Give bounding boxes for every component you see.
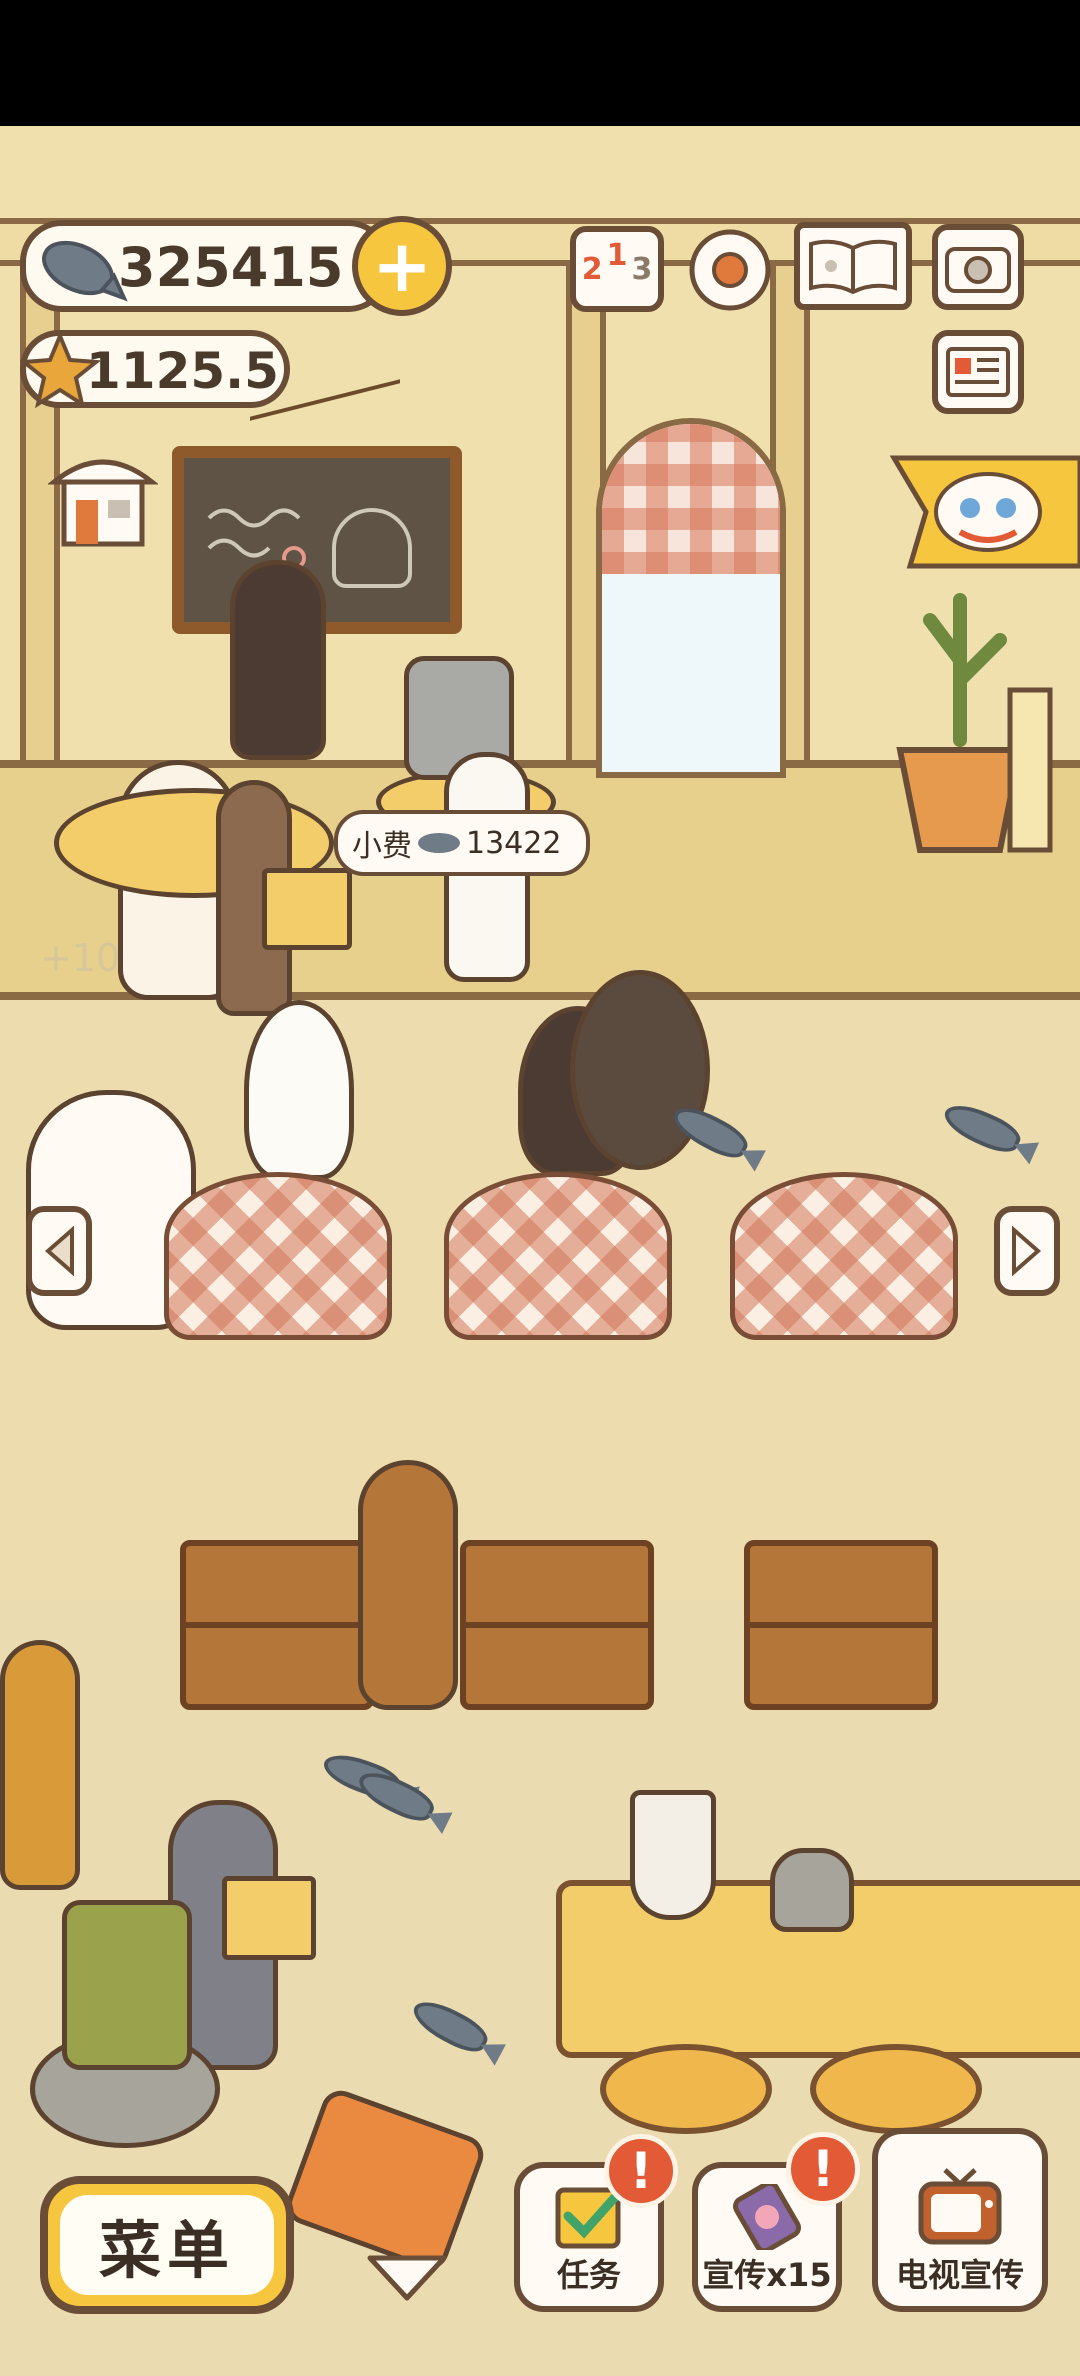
lion-dance-event-banner[interactable] — [889, 452, 1080, 572]
tip-bubble[interactable]: 小费 13422 — [334, 810, 590, 876]
fish-icon — [42, 240, 128, 302]
chevron-down-icon — [367, 2255, 447, 2301]
dining-table-1[interactable] — [164, 1172, 392, 1340]
checkered-curtain — [602, 424, 780, 574]
arrow-right-icon — [1012, 1226, 1042, 1276]
tasks-label: 任务 — [556, 2256, 621, 2294]
collapse-toggle[interactable] — [364, 2250, 450, 2306]
ranking-button[interactable]: 2 1 3 — [570, 226, 664, 312]
butler-cat[interactable] — [230, 560, 326, 760]
phone-promo-icon — [733, 2184, 801, 2250]
pickle-barrel — [62, 1900, 192, 2070]
pour-over-coffee[interactable] — [630, 1790, 716, 1920]
tv-promo-label: 电视宣传 — [895, 2256, 1024, 2294]
ranking-digit-2: 2 — [581, 251, 603, 287]
news-card-icon — [946, 347, 1010, 397]
arrow-left-icon — [44, 1226, 74, 1276]
paper-bag-mask — [222, 1876, 316, 1960]
star-count: 1125.5 — [86, 342, 279, 400]
sea-view — [602, 574, 780, 772]
promo-label: 宣传x15 — [702, 2256, 832, 2294]
book-icon — [809, 239, 897, 294]
menu-button[interactable]: 菜单 — [40, 2176, 294, 2314]
wooden-bench-3[interactable] — [744, 1540, 938, 1710]
fish-count: 325415 — [118, 236, 344, 299]
chalk-cat-drawing — [332, 508, 412, 588]
wooden-bench-1[interactable] — [180, 1540, 374, 1710]
fish-icon — [418, 833, 460, 853]
faded-tip-counter: +10 — [40, 936, 121, 980]
dining-table-3[interactable] — [730, 1172, 958, 1340]
paper-bag-mask — [262, 868, 352, 950]
tip-label: 小费 — [352, 829, 412, 864]
dining-table-2[interactable] — [444, 1172, 672, 1340]
promo-alert-badge: ! — [786, 2132, 860, 2206]
book-button[interactable] — [794, 222, 912, 310]
tip-amount: 13422 — [466, 825, 562, 861]
scroll-right-button[interactable] — [994, 1206, 1060, 1296]
fish-currency-display[interactable]: 325415 — [20, 220, 390, 312]
ranking-digit-1: 1 — [606, 237, 628, 273]
status-bar — [0, 0, 1080, 126]
counter-stool-1[interactable] — [600, 2044, 772, 2134]
camera-icon — [945, 247, 1011, 293]
menu-label: 菜单 — [60, 2195, 274, 2295]
settings-button[interactable] — [682, 222, 778, 318]
settings-gear-icon — [689, 229, 771, 311]
tv-icon — [918, 2168, 1002, 2245]
wooden-bench-2[interactable] — [460, 1540, 654, 1710]
news-card-button[interactable] — [932, 330, 1024, 414]
tv-promo-button[interactable]: 电视宣传 — [872, 2128, 1048, 2312]
tasks-alert-badge: ! — [604, 2134, 678, 2208]
shop-button[interactable] — [46, 448, 160, 552]
shop-icon — [46, 459, 160, 547]
goose-customer[interactable] — [244, 1000, 354, 1180]
deer-customer[interactable] — [358, 1460, 458, 1710]
cactus-plant — [896, 593, 1053, 853]
scroll-left-button[interactable] — [26, 1206, 92, 1296]
wild-dog-customer[interactable] — [0, 1640, 80, 1890]
hedgehog-customer[interactable] — [570, 970, 710, 1170]
lion-dance-icon — [889, 455, 1080, 569]
kettle[interactable] — [770, 1848, 854, 1932]
counter-stool-2[interactable] — [810, 2044, 982, 2134]
camera-button[interactable] — [932, 224, 1024, 310]
ranking-digit-3: 3 — [631, 251, 653, 287]
star-rating-display[interactable]: 1125.5 — [20, 330, 290, 409]
plus-icon: + — [371, 224, 433, 308]
ranking-icon: 2 1 3 — [581, 238, 653, 287]
add-fish-button[interactable]: + — [352, 216, 452, 316]
doorway — [596, 418, 786, 778]
